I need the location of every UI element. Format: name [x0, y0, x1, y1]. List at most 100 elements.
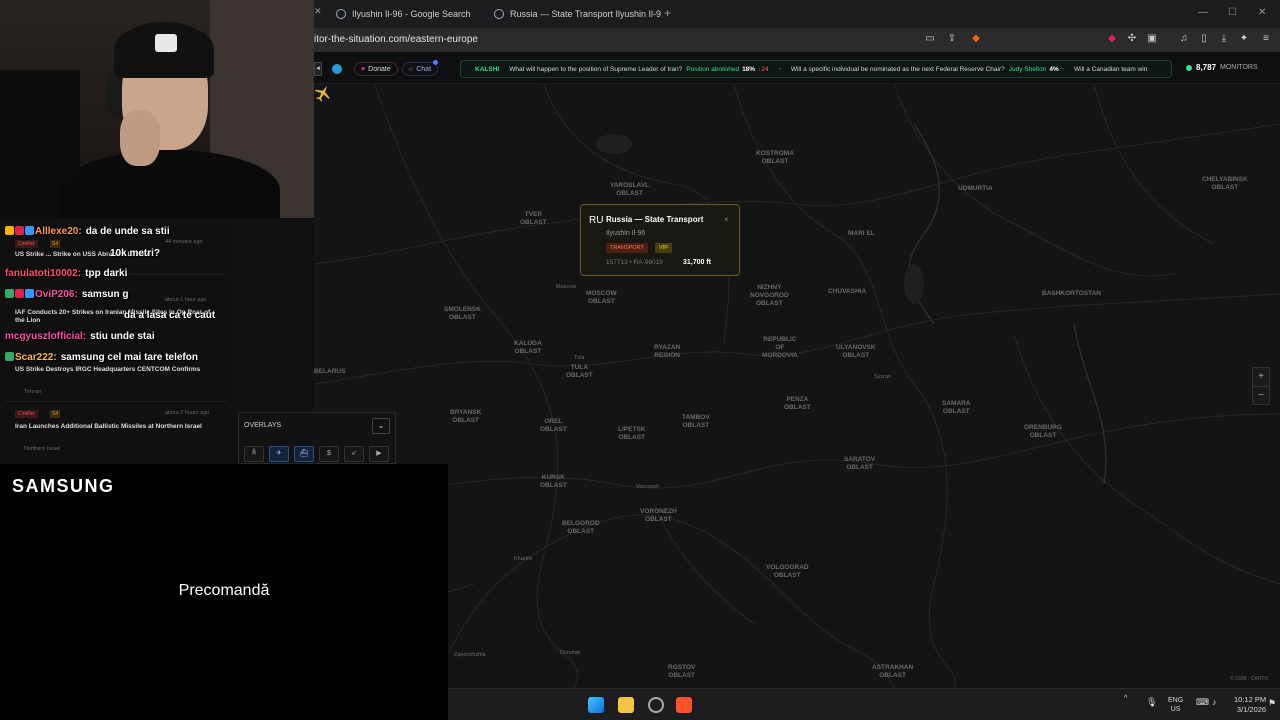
network-icon[interactable]: ⌨ [1196, 697, 1209, 708]
region-code: US [1170, 706, 1181, 713]
region-label: TAMBOV OBLAST [682, 414, 710, 429]
prediction-ticker[interactable]: KALSHI What will happen to the position … [460, 60, 1172, 78]
obs-icon[interactable] [648, 697, 664, 713]
badge-icon [25, 226, 34, 235]
new-tab-button[interactable]: + [664, 6, 671, 20]
file-explorer-icon[interactable] [618, 697, 634, 713]
music-icon[interactable]: ♫ [1178, 33, 1190, 45]
ship-icon[interactable]: ⛴ [294, 446, 314, 462]
badge-icon [5, 226, 14, 235]
tab-label: Russia — State Transport Ilyushin Il-9 [510, 9, 662, 19]
region-label: UDMURTIA [958, 185, 993, 192]
volume-icon[interactable]: ♪ [1212, 697, 1217, 707]
dollar-icon[interactable]: $ [319, 446, 339, 462]
map-canvas[interactable]: YAROSLAVL OBLAST KOSTROMA OBLAST TVER OB… [314, 84, 1280, 688]
brave-icon[interactable] [676, 697, 692, 713]
leo-icon[interactable]: ✦ [1238, 33, 1250, 45]
tab-label: Ilyushin Il-96 - Google Search [352, 9, 471, 19]
cast-icon[interactable]: ▭ [924, 33, 936, 45]
monitors-number: 8,787 [1196, 63, 1217, 72]
news-time: about 1 hour ago [165, 297, 207, 303]
region-label: VOLGOGRAD OBLAST [766, 564, 809, 579]
samsung-ad[interactable]: SAMSUNG Precomandă [0, 464, 448, 720]
telegram-icon[interactable] [332, 64, 342, 74]
language-code: ENG [1168, 697, 1184, 704]
chat-text: da de unde sa stii [85, 226, 170, 237]
browser-tab[interactable]: Ilyushin Il-96 - Google Search [336, 4, 486, 24]
chat-text: da a lasa ca te caut [124, 310, 216, 321]
kalshi-label: KALSHI [475, 65, 500, 73]
zoom-in-button[interactable]: + [1253, 368, 1269, 386]
monitors-label: MONITORS [1220, 64, 1258, 71]
camera-icon[interactable]: ▶ [369, 446, 389, 462]
windows-start-icon[interactable] [588, 697, 604, 713]
region-label: BRYANSK OBLAST [450, 409, 482, 424]
chat-text: stiu unde stai [90, 331, 155, 342]
system-clock[interactable]: 10:12 PM 3/1/2026 [1234, 695, 1266, 715]
aircraft-marker-icon[interactable] [314, 84, 332, 102]
region-label: CHELYABINSK OBLAST [1202, 176, 1248, 191]
chat-username[interactable]: OviP206: [35, 289, 78, 300]
ticker-separator: • [1061, 65, 1065, 73]
url-field[interactable]: itor-the-situation.com/eastern-europe [314, 34, 478, 45]
rocket-icon[interactable]: ➶ [344, 446, 364, 462]
close-tab-icon[interactable]: ✕ [314, 6, 322, 17]
chat-username[interactable]: mcgyuszlofficial: [5, 331, 86, 342]
microphone-icon[interactable]: 🎙 [1146, 697, 1157, 708]
divider [5, 401, 227, 402]
chevron-down-icon[interactable]: ⌄ [372, 418, 390, 434]
news-time: 44 minutes ago [165, 239, 203, 245]
chat-message: 10k metri? [110, 248, 160, 259]
region-label: TVER OBLAST [520, 211, 547, 226]
close-window-icon[interactable]: ✕ [1258, 7, 1266, 18]
region-label: YAROSLAVL OBLAST [610, 182, 650, 197]
severity-badge: S4 [50, 410, 61, 418]
extension-icon[interactable]: ◆ [1106, 33, 1118, 45]
badge-icon [15, 289, 24, 298]
zoom-out-button[interactable]: − [1253, 386, 1269, 405]
news-source: Tehran [24, 389, 41, 395]
badge-icon [5, 352, 14, 361]
address-bar: itor-the-situation.com/eastern-europe ▭ … [314, 28, 1280, 52]
city-label: Voronezh [636, 484, 660, 490]
brave-shield-icon[interactable]: ◆ [970, 33, 982, 45]
chat-username[interactable]: Alllexe20: [35, 226, 82, 237]
streamer-webcam [0, 0, 314, 218]
donate-button[interactable]: ♥ Donate [354, 62, 398, 76]
aircraft-popup[interactable]: RU Russia — State Transport × Ilyushin I… [580, 204, 740, 276]
wallet-icon[interactable]: ▣ [1146, 33, 1158, 45]
browser-tab-active[interactable]: Russia — State Transport Ilyushin Il-9 [494, 4, 662, 24]
notification-bell-icon[interactable]: ⚑ [1268, 698, 1276, 709]
collapse-icon[interactable]: ◂ [314, 62, 322, 76]
chat-message: mcgyuszlofficial: stiu unde stai [5, 331, 155, 342]
minimize-icon[interactable]: — [1198, 7, 1208, 18]
chat-icon: ○ [409, 65, 414, 73]
chat-username[interactable]: Scar222: [15, 352, 57, 363]
heart-icon: ♥ [361, 65, 366, 73]
plane-icon[interactable]: ✈ [269, 446, 289, 462]
puzzle-icon[interactable]: ✣ [1126, 33, 1138, 45]
tray-chevron-icon[interactable]: ^ [1124, 695, 1127, 702]
chat-username[interactable]: fanulatoti10002: [5, 268, 81, 279]
chat-text: samsung cel mai tare telefon [60, 352, 198, 363]
people-icon[interactable]: ꆜ [244, 446, 264, 462]
chat-text: 10k metri? [110, 248, 161, 259]
vip-badge: VIP [655, 243, 672, 253]
maximize-icon[interactable]: ☐ [1228, 7, 1237, 18]
region-label: BELGOROD OBLAST [562, 520, 600, 535]
clock-date: 3/1/2026 [1236, 705, 1267, 714]
region-label: ORENBURG OBLAST [1024, 424, 1062, 439]
sidebar-icon[interactable]: ▯ [1198, 33, 1210, 45]
download-icon[interactable]: ⤓ [1218, 33, 1230, 45]
news-title[interactable]: Iran Launches Additional Ballistic Missi… [15, 423, 215, 431]
category-badge: Conflict [15, 240, 38, 248]
region-label: KURSK OBLAST [540, 474, 567, 489]
language-indicator[interactable]: ENG US [1168, 696, 1183, 714]
region-label: ROSTOV OBLAST [668, 664, 696, 679]
chat-message: OviP206: samsun g [5, 289, 129, 300]
share-icon[interactable]: ⇪ [946, 33, 958, 45]
menu-icon[interactable]: ≡ [1260, 33, 1272, 45]
news-title[interactable]: US Strike Destroys IRGC Headquarters CEN… [15, 366, 215, 374]
city-label: Tula [574, 355, 585, 361]
close-icon[interactable]: × [724, 215, 729, 224]
